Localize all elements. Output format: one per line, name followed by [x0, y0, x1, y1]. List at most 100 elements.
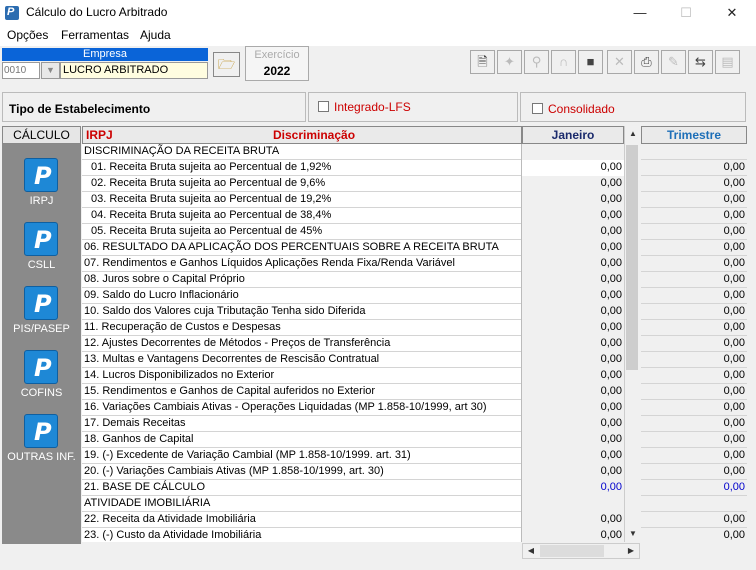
table-row[interactable]: 21. BASE DE CÁLCULO 0,00: [82, 480, 640, 496]
table-row[interactable]: 05. Receita Bruta sujeita ao Percentual …: [82, 224, 640, 240]
row-description: DISCRIMINAÇÃO DA RECEITA BRUTA: [82, 144, 522, 160]
row-janeiro-value[interactable]: 0,00: [522, 208, 624, 224]
calculation-grid[interactable]: DISCRIMINAÇÃO DA RECEITA BRUTA 01. Receit…: [82, 144, 640, 542]
table-row[interactable]: 15. Rendimentos e Ganhos de Capital aufe…: [82, 384, 640, 400]
row-janeiro-value[interactable]: 0,00: [522, 224, 624, 240]
table-row[interactable]: 04. Receita Bruta sujeita ao Percentual …: [82, 208, 640, 224]
exercicio-box[interactable]: Exercício 2022: [245, 46, 309, 81]
row-janeiro-value[interactable]: 0,00: [522, 320, 624, 336]
row-janeiro-value[interactable]: 0,00: [522, 528, 624, 542]
table-row[interactable]: 13. Multas e Vantagens Decorrentes de Re…: [82, 352, 640, 368]
table-row[interactable]: 10. Saldo dos Valores cuja Tributação Te…: [82, 304, 640, 320]
menu-ajuda[interactable]: Ajuda: [140, 28, 171, 42]
row-janeiro-value[interactable]: 0,00: [522, 336, 624, 352]
vertical-scroll-thumb[interactable]: [626, 145, 638, 370]
save-icon: ■: [586, 54, 595, 69]
row-janeiro-value[interactable]: 0,00: [522, 272, 624, 288]
table-row[interactable]: 08. Juros sobre o Capital Próprio 0,00: [82, 272, 640, 288]
zoom-button[interactable]: ⚲: [524, 50, 549, 74]
edit-button[interactable]: ✎: [661, 50, 686, 74]
row-description: 12. Ajustes Decorrentes de Métodos - Pre…: [82, 336, 522, 352]
integrado-lfs-label: Integrado-LFS: [334, 100, 411, 114]
row-janeiro-value[interactable]: 0,00: [522, 384, 624, 400]
table-row[interactable]: 14. Lucros Disponibilizados no Exterior 0…: [82, 368, 640, 384]
row-trimestre-value: 0,00: [641, 400, 747, 416]
scroll-right-icon[interactable]: ▶: [623, 543, 639, 559]
row-janeiro-value[interactable]: 0,00: [522, 304, 624, 320]
table-row[interactable]: ATIVIDADE IMOBILIÁRIA: [82, 496, 640, 512]
calc-pis-pasep[interactable]: P PIS/PASEP: [2, 286, 81, 338]
table-row[interactable]: 22. Receita da Atividade Imobiliária 0,00: [82, 512, 640, 528]
row-janeiro-value[interactable]: 0,00: [522, 192, 624, 208]
row-janeiro-value[interactable]: [522, 496, 624, 512]
table-row[interactable]: 11. Recuperação de Custos e Despesas 0,00: [82, 320, 640, 336]
consolidado-checkbox[interactable]: [532, 103, 543, 114]
table-row[interactable]: 07. Rendimentos e Ganhos Líquidos Aplica…: [82, 256, 640, 272]
horizontal-scroll-thumb[interactable]: [540, 545, 604, 557]
table-row[interactable]: 06. RESULTADO DA APLICAÇÃO DOS PERCENTUA…: [82, 240, 640, 256]
row-janeiro-value[interactable]: 0,00: [522, 256, 624, 272]
row-janeiro-value[interactable]: 0,00: [522, 176, 624, 192]
calc-irpj-label: IRPJ: [29, 195, 54, 207]
row-janeiro-value[interactable]: 0,00: [522, 400, 624, 416]
table-row[interactable]: 19. (-) Excedente de Variação Cambial (M…: [82, 448, 640, 464]
settings-button[interactable]: ✦: [497, 50, 522, 74]
calc-csll-label: CSLL: [27, 259, 56, 271]
row-janeiro-value[interactable]: 0,00: [522, 352, 624, 368]
table-row[interactable]: 02. Receita Bruta sujeita ao Percentual …: [82, 176, 640, 192]
row-janeiro-value[interactable]: 0,00: [522, 448, 624, 464]
calc-cofins[interactable]: P COFINS: [2, 350, 81, 402]
row-janeiro-value[interactable]: 0,00: [522, 368, 624, 384]
menu-opcoes[interactable]: Opções: [7, 28, 48, 42]
empresa-code-field[interactable]: 0010: [2, 62, 40, 79]
table-row[interactable]: 23. (-) Custo da Atividade Imobiliária 0,…: [82, 528, 640, 542]
table-row[interactable]: 01. Receita Bruta sujeita ao Percentual …: [82, 160, 640, 176]
row-trimestre-value: 0,00: [641, 480, 747, 496]
menu-ferramentas[interactable]: Ferramentas: [61, 28, 129, 42]
table-row[interactable]: 18. Ganhos de Capital 0,00: [82, 432, 640, 448]
calc-outras-inf[interactable]: P OUTRAS INF.: [2, 414, 81, 466]
row-janeiro-value[interactable]: [522, 144, 624, 160]
table-row[interactable]: 16. Variações Cambiais Ativas - Operaçõe…: [82, 400, 640, 416]
table-row[interactable]: 03. Receita Bruta sujeita ao Percentual …: [82, 192, 640, 208]
scroll-down-icon[interactable]: ▼: [625, 526, 641, 542]
maximize-button[interactable]: ☐: [663, 0, 709, 27]
row-description: 22. Receita da Atividade Imobiliária: [82, 512, 522, 528]
minimize-button[interactable]: —: [617, 0, 663, 27]
empresa-name-field[interactable]: LUCRO ARBITRADO: [60, 62, 208, 79]
delete-button[interactable]: ✕: [607, 50, 632, 74]
trimestre-column: 0,00 0,00 0,00 0,00 0,00 0,00 0,00 0,00 0,00 0,00…: [641, 144, 747, 542]
close-button[interactable]: ✕: [709, 0, 755, 27]
grid-header-janeiro[interactable]: Janeiro: [522, 126, 624, 144]
calc-csll[interactable]: P CSLL: [2, 222, 81, 274]
row-janeiro-value[interactable]: 0,00: [522, 160, 624, 176]
print-button[interactable]: ⎙: [634, 50, 659, 74]
new-document-button[interactable]: 🗎: [470, 50, 495, 74]
preview-button[interactable]: ▤: [715, 50, 740, 74]
open-folder-button[interactable]: 🗁: [213, 52, 240, 77]
row-janeiro-value[interactable]: 0,00: [522, 512, 624, 528]
row-janeiro-value[interactable]: 0,00: [522, 288, 624, 304]
integrado-lfs-checkbox[interactable]: [318, 101, 329, 112]
import-button[interactable]: ⇆: [688, 50, 713, 74]
table-row[interactable]: 17. Demais Receitas 0,00: [82, 416, 640, 432]
scroll-up-icon[interactable]: ▲: [625, 126, 641, 142]
row-janeiro-value[interactable]: 0,00: [522, 464, 624, 480]
magnet-button[interactable]: ∩: [551, 50, 576, 74]
calc-irpj[interactable]: P IRPJ: [2, 158, 81, 210]
row-janeiro-value[interactable]: 0,00: [522, 432, 624, 448]
table-row[interactable]: 12. Ajustes Decorrentes de Métodos - Pre…: [82, 336, 640, 352]
scroll-left-icon[interactable]: ◀: [523, 543, 539, 559]
save-button[interactable]: ■: [578, 50, 603, 74]
row-trimestre-value: 0,00: [641, 192, 747, 208]
row-janeiro-value[interactable]: 0,00: [522, 480, 624, 496]
empresa-lookup-arrow-icon[interactable]: ▼: [41, 62, 60, 79]
table-row[interactable]: DISCRIMINAÇÃO DA RECEITA BRUTA: [82, 144, 640, 160]
row-janeiro-value[interactable]: 0,00: [522, 240, 624, 256]
row-janeiro-value[interactable]: 0,00: [522, 416, 624, 432]
table-row[interactable]: 20. (-) Variações Cambiais Ativas (MP 1.…: [82, 464, 640, 480]
table-row[interactable]: 09. Saldo do Lucro Inflacionário 0,00: [82, 288, 640, 304]
row-description: 10. Saldo dos Valores cuja Tributação Te…: [82, 304, 522, 320]
row-description: ATIVIDADE IMOBILIÁRIA: [82, 496, 522, 512]
calc-pis-pasep-label: PIS/PASEP: [13, 323, 70, 335]
